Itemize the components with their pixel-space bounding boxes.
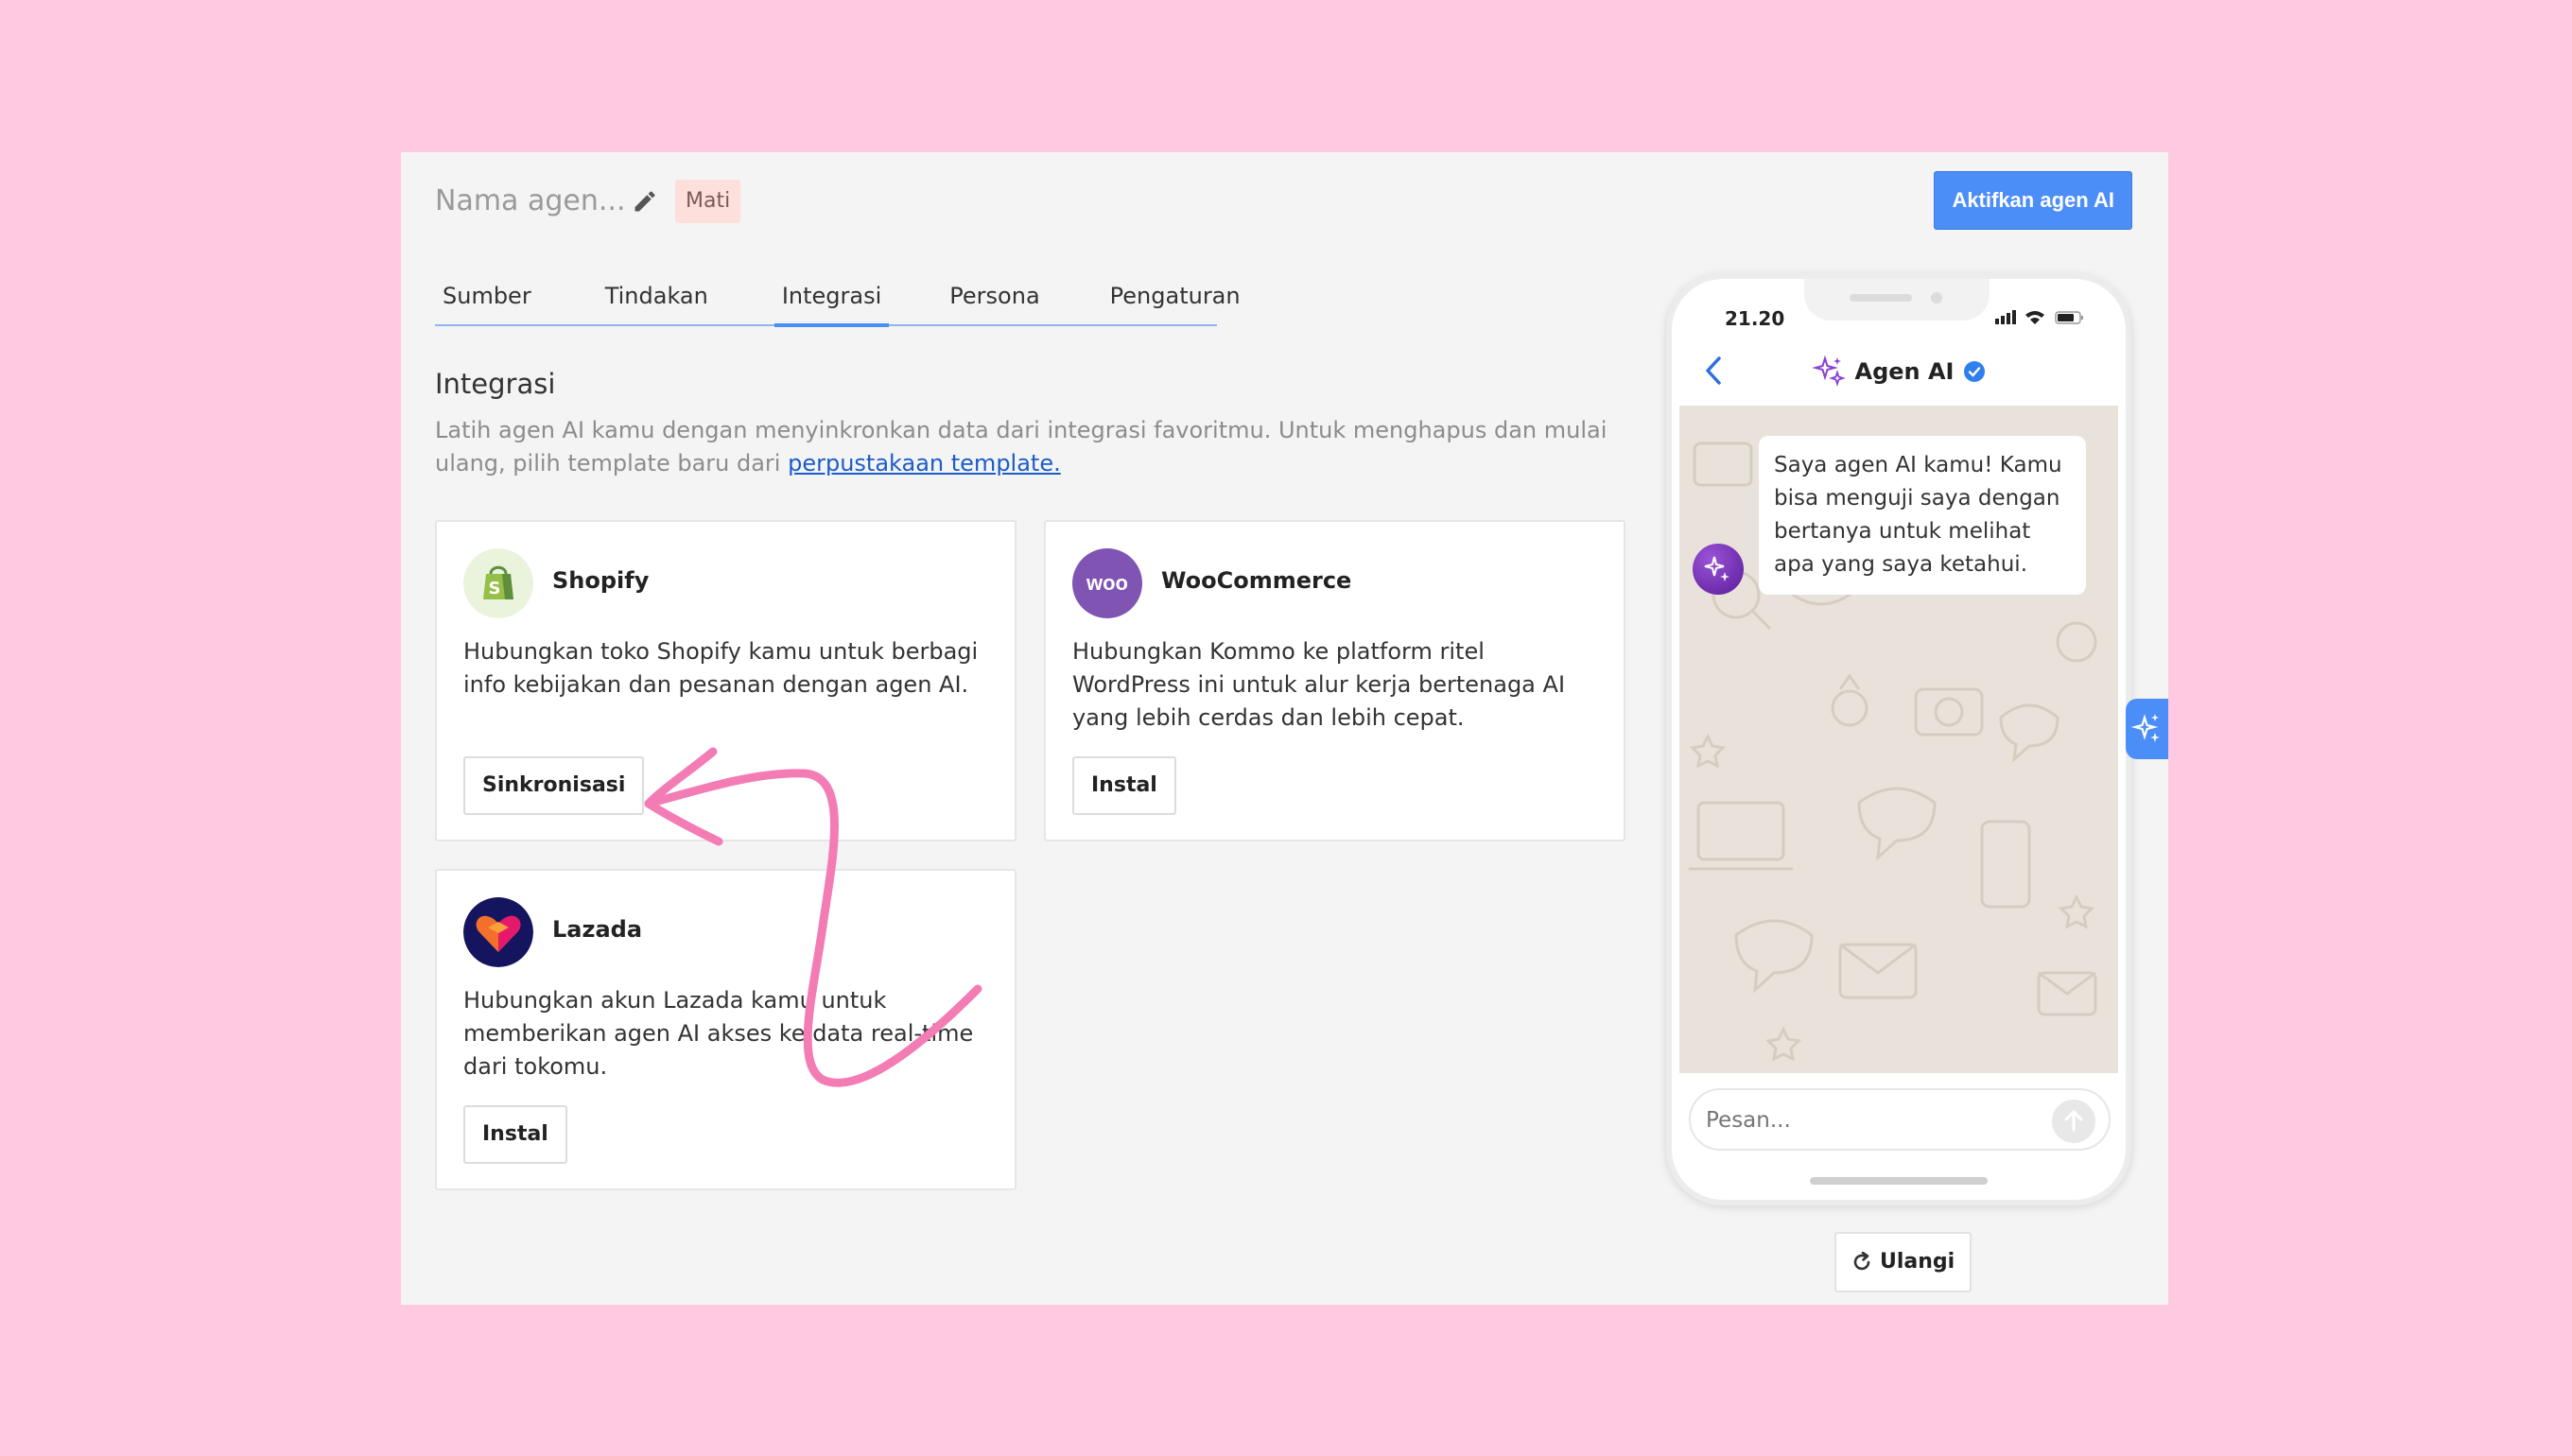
send-button[interactable] — [2052, 1100, 2095, 1143]
tab-integrasi[interactable]: Integrasi — [773, 279, 890, 327]
agent-name-input[interactable]: Nama agen... — [435, 184, 625, 217]
install-button[interactable]: Instal — [463, 1105, 567, 1164]
section-description: Latih agen AI kamu dengan menyinkronkan … — [435, 414, 1626, 480]
integration-name: Lazada — [552, 916, 643, 943]
activate-agent-button[interactable]: Aktifkan agen AI — [1934, 171, 2132, 230]
message-input[interactable] — [1706, 1103, 2027, 1137]
install-button[interactable]: Instal — [1072, 756, 1176, 815]
integration-description: Hubungkan Kommo ke platform ritel WordPr… — [1072, 638, 1566, 731]
tab-bar: Sumber Tindakan Integrasi Persona Pengat… — [435, 279, 1241, 327]
phone-notch — [1804, 279, 1990, 321]
sparkle-icon — [1704, 556, 1729, 581]
pencil-icon[interactable] — [632, 188, 658, 215]
bot-message-bubble: Saya agen AI kamu! Kamu bisa menguji say… — [1759, 436, 2086, 595]
tab-pengaturan[interactable]: Pengaturan — [1103, 279, 1248, 324]
tab-persona[interactable]: Persona — [942, 279, 1047, 324]
tab-sumber[interactable]: Sumber — [435, 279, 539, 324]
woo-logo-text: woo — [1086, 571, 1128, 595]
integration-name: Shopify — [552, 567, 650, 594]
template-library-link[interactable]: perpustakaan template. — [788, 450, 1061, 477]
lazada-heart-icon — [463, 897, 533, 967]
refresh-icon — [1853, 1252, 1870, 1271]
svg-text:S: S — [489, 579, 501, 598]
ai-agent-editor: Nama agen... Mati Aktifkan agen AI Sumbe… — [401, 152, 2168, 1305]
phone-preview: 21.20 Agen AI Saya agen AI kamu! Kamu bi… — [1666, 273, 2131, 1205]
speaker — [1850, 294, 1912, 302]
arrow-up-icon — [2064, 1110, 2083, 1132]
ai-assistant-side-tab[interactable] — [2126, 699, 2168, 759]
integration-description: Hubungkan akun Lazada kamu untuk memberi… — [463, 987, 974, 1080]
sparkle-icon — [2130, 714, 2160, 742]
status-badge: Mati — [675, 180, 741, 223]
integration-card-woocommerce: woo WooCommerce Hubungkan Kommo ke platf… — [1044, 520, 1625, 841]
home-indicator — [1810, 1177, 1988, 1185]
integration-card-shopify: S Shopify Hubungkan toko Shopify kamu un… — [435, 520, 1017, 841]
woo-logo-icon: woo — [1072, 548, 1142, 618]
integration-description: Hubungkan toko Shopify kamu untuk berbag… — [463, 638, 979, 698]
message-composer — [1689, 1088, 2111, 1151]
section-title: Integrasi — [435, 368, 556, 400]
sparkle-icon — [1811, 355, 1846, 387]
camera — [1931, 292, 1942, 303]
chat-header: Agen AI — [1672, 338, 2126, 406]
shopify-bag-icon: S — [463, 548, 533, 618]
reset-label: Ulangi — [1880, 1250, 1955, 1274]
status-time: 21.20 — [1725, 307, 1785, 330]
verified-badge-icon — [1964, 361, 1986, 382]
integration-card-lazada: Lazada Hubungkan akun Lazada kamu untuk … — [435, 869, 1017, 1190]
tab-tindakan[interactable]: Tindakan — [598, 279, 716, 324]
chat-title: Agen AI — [1854, 358, 1955, 385]
reset-button[interactable]: Ulangi — [1834, 1232, 1972, 1292]
integration-name: WooCommerce — [1161, 567, 1352, 594]
bot-avatar — [1693, 544, 1744, 595]
sync-button[interactable]: Sinkronisasi — [463, 756, 645, 815]
status-bar-icons — [1995, 310, 2083, 324]
chat-area[interactable]: Saya agen AI kamu! Kamu bisa menguji say… — [1679, 406, 2118, 1073]
